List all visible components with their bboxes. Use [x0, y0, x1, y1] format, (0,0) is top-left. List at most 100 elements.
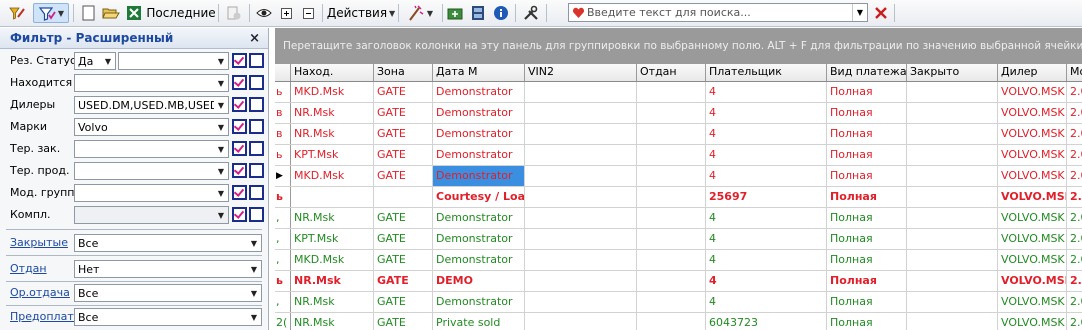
- handed-over-select[interactable]: Нет ▼: [74, 260, 262, 278]
- table-cell[interactable]: Полная: [827, 313, 907, 330]
- column-header[interactable]: Отдан: [637, 64, 706, 81]
- table-cell[interactable]: Demonstrator: [433, 229, 525, 249]
- include-checkbox[interactable]: [232, 53, 247, 68]
- table-row[interactable]: в NR.Msk GATE Demonstrator 4 Полная VOLVO.MSK 2…: [275, 103, 1082, 124]
- table-cell[interactable]: [907, 208, 998, 228]
- table-cell[interactable]: [637, 187, 706, 207]
- table-cell[interactable]: [637, 250, 706, 270]
- location-select[interactable]: ▼: [74, 74, 229, 92]
- table-cell[interactable]: NR.Msk: [291, 208, 374, 228]
- include-checkbox[interactable]: [232, 163, 247, 178]
- table-cell[interactable]: 6043723: [706, 313, 827, 330]
- table-cell[interactable]: GATE: [374, 292, 433, 312]
- group-by-panel[interactable]: Перетащите заголовок колонки на эту пане…: [275, 28, 1082, 64]
- table-row[interactable]: ь KPT.Msk GATE Demonstrator 4 Полная VOLVO.MSK…: [275, 145, 1082, 166]
- table-cell[interactable]: [907, 166, 998, 186]
- column-header[interactable]: Наход.: [291, 64, 374, 81]
- table-cell[interactable]: 2.0: [1067, 103, 1082, 123]
- table-cell[interactable]: NR.Msk: [291, 124, 374, 144]
- table-cell[interactable]: VOLVO.MSK: [998, 250, 1067, 270]
- exclude-checkbox[interactable]: [249, 207, 264, 222]
- table-cell[interactable]: Private sold: [433, 313, 525, 330]
- recent-button[interactable]: Последние: [146, 3, 215, 23]
- exclude-checkbox[interactable]: [249, 163, 264, 178]
- equipment-select[interactable]: ▼: [74, 206, 229, 224]
- status-select[interactable]: Да ▼: [74, 52, 116, 70]
- table-cell[interactable]: Demonstrator: [433, 145, 525, 165]
- table-cell[interactable]: 2.: [1067, 187, 1082, 207]
- tools-menu-button[interactable]: ▼: [402, 3, 438, 23]
- info-button[interactable]: [491, 3, 511, 23]
- search-input[interactable]: Введите текст для поиска...: [569, 6, 852, 19]
- table-cell[interactable]: [637, 166, 706, 186]
- add-record-button[interactable]: [446, 3, 466, 23]
- table-cell[interactable]: VOLVO.MSK: [998, 187, 1067, 207]
- table-cell[interactable]: [525, 124, 637, 144]
- table-cell[interactable]: 4: [706, 145, 827, 165]
- table-cell[interactable]: Полная: [827, 250, 907, 270]
- table-cell[interactable]: 2.0: [1067, 82, 1082, 102]
- table-cell[interactable]: VOLVO.MSK: [998, 229, 1067, 249]
- table-row[interactable]: , NR.Msk GATE Demonstrator 4 Полная VOLVO.MSK 2…: [275, 208, 1082, 229]
- table-cell[interactable]: Полная: [827, 208, 907, 228]
- table-cell[interactable]: VOLVO.MSK: [998, 145, 1067, 165]
- column-header[interactable]: Плательщик: [706, 64, 827, 81]
- table-cell[interactable]: VOLVO.MSK: [998, 292, 1067, 312]
- clear-search-button[interactable]: [872, 3, 890, 23]
- table-cell[interactable]: [525, 250, 637, 270]
- row-indicator[interactable]: в: [275, 124, 291, 144]
- table-cell[interactable]: Полная: [827, 82, 907, 102]
- column-header[interactable]: Дилер: [998, 64, 1067, 81]
- table-cell[interactable]: 2.: [1067, 271, 1082, 291]
- include-checkbox[interactable]: [232, 75, 247, 90]
- table-cell[interactable]: [637, 292, 706, 312]
- table-cell[interactable]: MKD.Msk: [291, 166, 374, 186]
- table-cell[interactable]: [525, 313, 637, 330]
- sale-territory-select[interactable]: ▼: [74, 162, 229, 180]
- table-cell[interactable]: [907, 103, 998, 123]
- table-cell[interactable]: Courtesy / Loan: [433, 187, 525, 207]
- excel-export-button[interactable]: [124, 3, 144, 23]
- table-row[interactable]: ь Courtesy / Loan 25697 Полная VOLVO.MSK 2.: [275, 187, 1082, 208]
- table-cell[interactable]: VOLVO.MSK: [998, 208, 1067, 228]
- table-cell[interactable]: GATE: [374, 82, 433, 102]
- table-cell[interactable]: GATE: [374, 313, 433, 330]
- table-cell[interactable]: GATE: [374, 250, 433, 270]
- disabled-action-button[interactable]: [223, 3, 245, 23]
- filter-edit-button[interactable]: [4, 3, 30, 23]
- row-indicator[interactable]: в: [275, 103, 291, 123]
- table-cell[interactable]: [525, 145, 637, 165]
- table-cell[interactable]: 2.0: [1067, 313, 1082, 330]
- table-row[interactable]: ь NR.Msk GATE DEMO 4 Полная VOLVO.MSK 2.: [275, 271, 1082, 292]
- table-row[interactable]: ▶ MKD.Msk GATE Demonstrator 4 Полная VOLVO.MSK…: [275, 166, 1082, 187]
- exclude-checkbox[interactable]: [249, 53, 264, 68]
- table-row[interactable]: ь MKD.Msk GATE Demonstrator 4 Полная VOLVO.MSK…: [275, 82, 1082, 103]
- table-cell[interactable]: [525, 208, 637, 228]
- row-indicator[interactable]: ▶: [275, 166, 291, 186]
- table-cell[interactable]: 4: [706, 271, 827, 291]
- table-cell[interactable]: [525, 187, 637, 207]
- table-cell[interactable]: Полная: [827, 124, 907, 144]
- prepayment-select[interactable]: Все ▼: [74, 308, 262, 326]
- include-checkbox[interactable]: [232, 207, 247, 222]
- include-checkbox[interactable]: [232, 141, 247, 156]
- table-cell[interactable]: KPT.Msk: [291, 145, 374, 165]
- table-cell[interactable]: VOLVO.MSK: [998, 103, 1067, 123]
- brands-select[interactable]: Volvo ▼: [74, 118, 229, 136]
- table-row[interactable]: , NR.Msk GATE Demonstrator 4 Полная VOLVO.MSK 2…: [275, 292, 1082, 313]
- table-cell[interactable]: [525, 229, 637, 249]
- table-cell[interactable]: [907, 187, 998, 207]
- table-cell[interactable]: [637, 271, 706, 291]
- column-header[interactable]: VIN2: [525, 64, 637, 81]
- table-cell[interactable]: [907, 229, 998, 249]
- exclude-checkbox[interactable]: [249, 97, 264, 112]
- table-cell[interactable]: GATE: [374, 166, 433, 186]
- table-cell[interactable]: KPT.Msk: [291, 229, 374, 249]
- table-cell[interactable]: GATE: [374, 124, 433, 144]
- table-cell[interactable]: VOLVO.MSK: [998, 82, 1067, 102]
- row-indicator[interactable]: ,: [275, 208, 291, 228]
- table-cell[interactable]: 4: [706, 208, 827, 228]
- handed-over-link[interactable]: Отдан: [10, 262, 47, 275]
- table-cell[interactable]: Полная: [827, 271, 907, 291]
- table-cell[interactable]: 4: [706, 166, 827, 186]
